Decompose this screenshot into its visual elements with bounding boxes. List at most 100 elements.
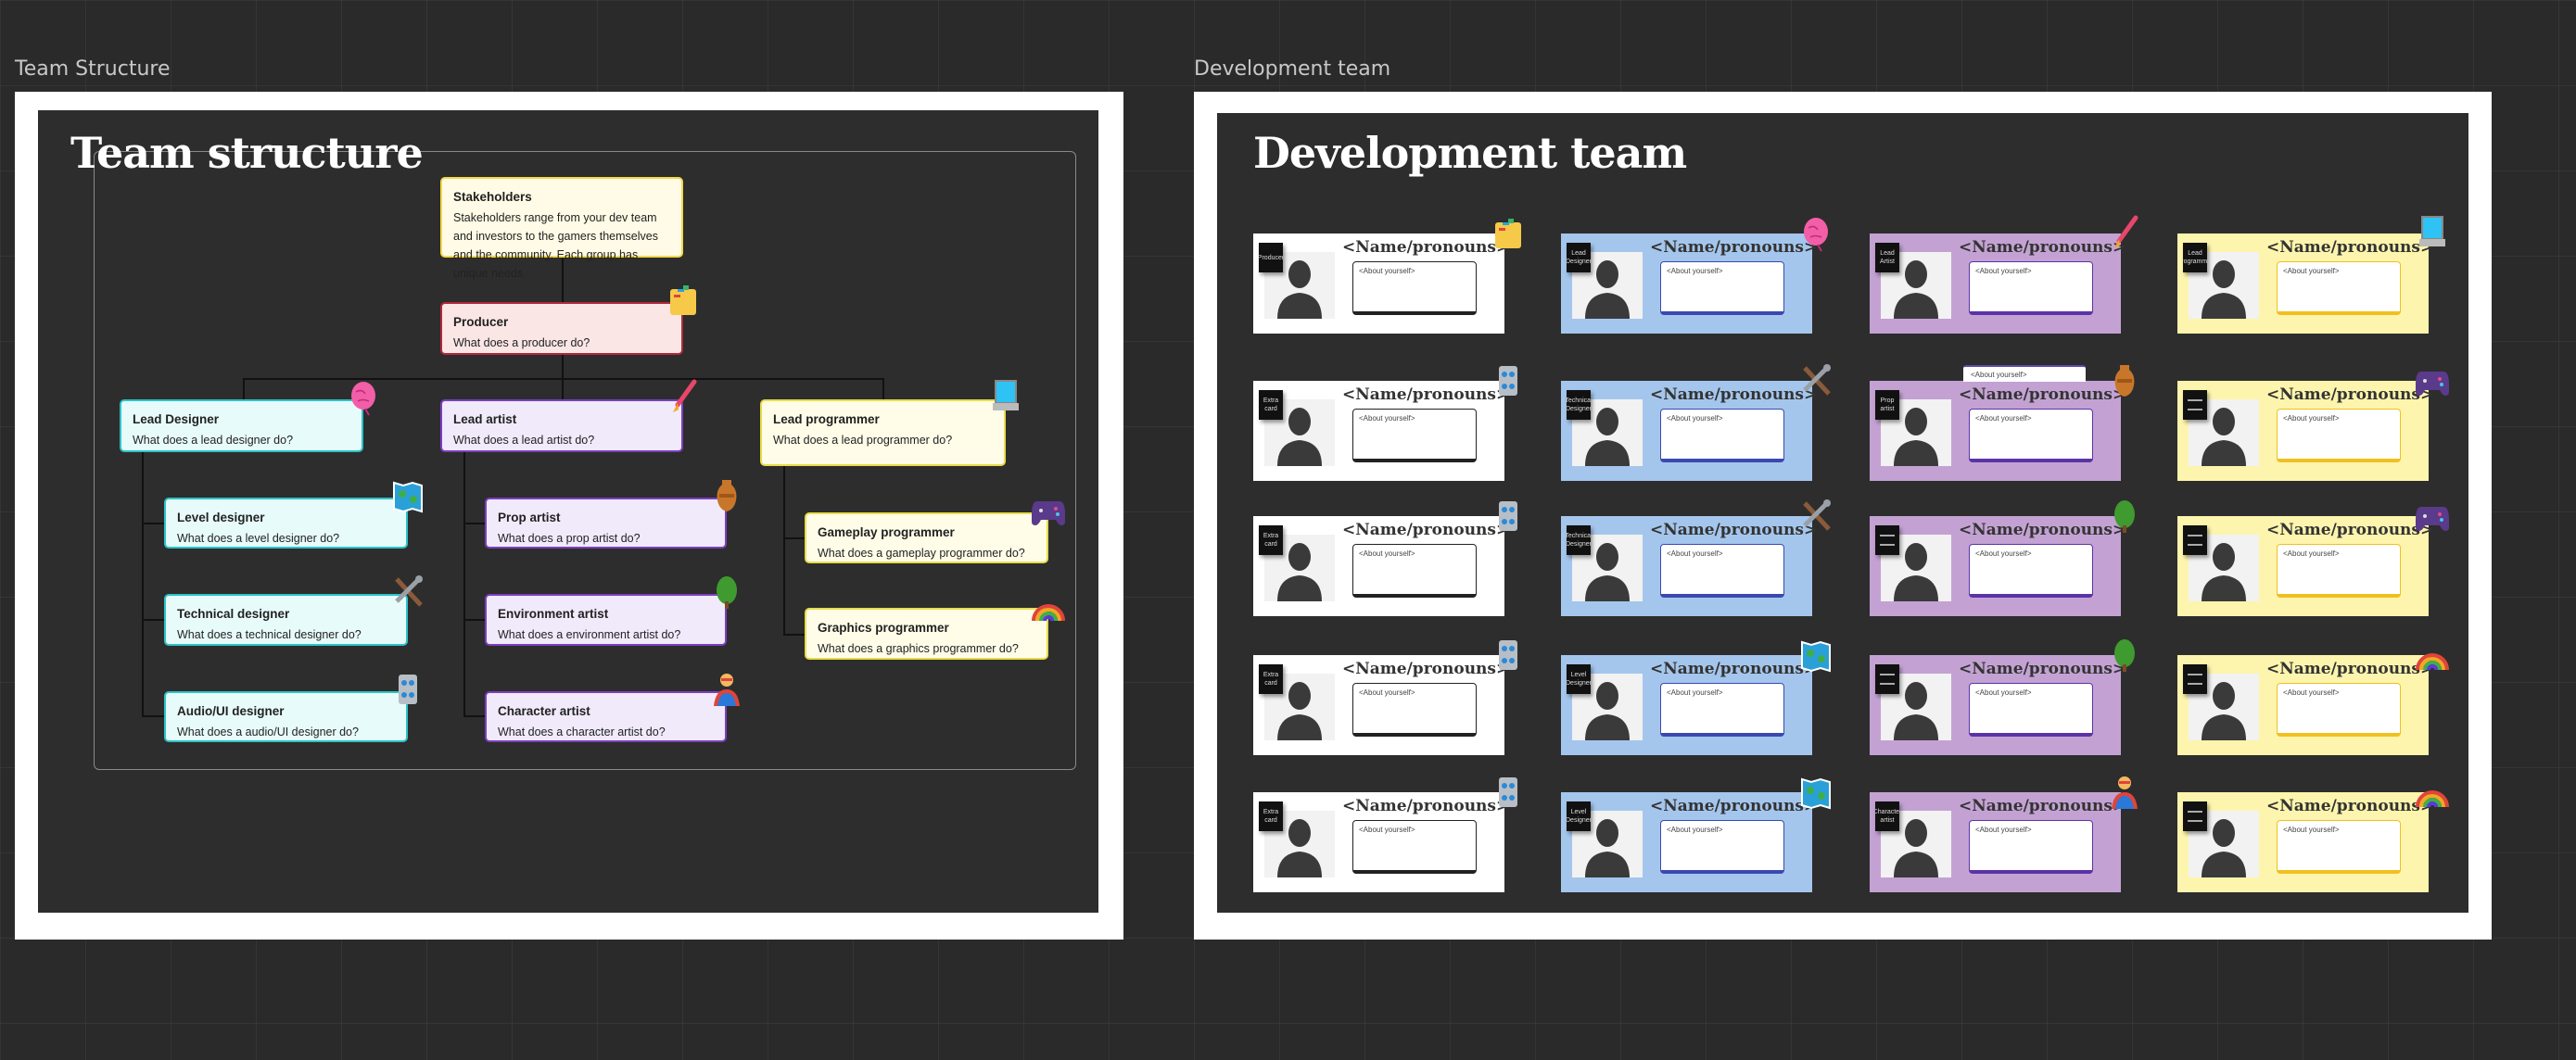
org-node-producer[interactable]: Producer What does a producer do? (440, 302, 683, 355)
team-member-card[interactable]: Level Designer <Name/pronouns> <About your… (1561, 655, 1817, 755)
org-node-character-artist[interactable]: Character artist What does a character ar… (485, 691, 727, 742)
name-pronouns-field[interactable]: <Name/pronouns> (1959, 521, 2126, 539)
frame-label-team-structure[interactable]: Team Structure (15, 57, 170, 81)
role-tag: Lead Programmer (2183, 243, 2207, 272)
team-member-card[interactable]: Lead Designer <Name/pronouns> <About yours… (1561, 233, 1817, 334)
about-yourself-field[interactable]: <About yourself> (1352, 261, 1477, 315)
name-pronouns-field[interactable]: <Name/pronouns> (1342, 660, 1509, 678)
team-member-card[interactable]: Extra card <Name/pronouns> <About yourself… (1253, 655, 1509, 755)
node-description: What does a lead programmer do? (773, 434, 953, 447)
name-pronouns-field[interactable]: <Name/pronouns> (1650, 797, 1817, 815)
name-pronouns-field[interactable]: <Name/pronouns> (2266, 521, 2433, 539)
about-yourself-field[interactable]: <About yourself> (2277, 820, 2401, 874)
org-node-environment-artist[interactable]: Environment artist What does a environmen… (485, 594, 727, 646)
about-yourself-field[interactable]: <About yourself> (1660, 683, 1784, 737)
superhero-icon (708, 671, 745, 708)
stray-about-note[interactable]: <About yourself> (1963, 365, 2086, 382)
org-node-technical-designer[interactable]: Technical designer What does a technical … (164, 594, 408, 646)
rainbow-icon (2414, 637, 2451, 674)
name-pronouns-field[interactable]: <Name/pronouns> (1959, 797, 2126, 815)
about-yourself-field[interactable]: <About yourself> (1660, 544, 1784, 598)
team-member-card[interactable]: Extra card <Name/pronouns> <About yourself… (1253, 381, 1509, 481)
tools-icon (389, 574, 426, 611)
about-yourself-field[interactable]: <About yourself> (1660, 409, 1784, 462)
about-yourself-field[interactable]: <About yourself> (1969, 820, 2093, 874)
name-pronouns-field[interactable]: <Name/pronouns> (2266, 797, 2433, 815)
node-title: Character artist (498, 704, 590, 718)
team-member-card[interactable]: <Name/pronouns> <About yourself> (1870, 655, 2126, 755)
org-node-stakeholders[interactable]: Stakeholders Stakeholders range from your… (440, 177, 683, 280)
team-member-card[interactable]: Prop artist <Name/pronouns> <About yoursel… (1870, 381, 2126, 481)
rainbow-icon (1030, 587, 1067, 625)
about-yourself-field[interactable]: <About yourself> (1352, 409, 1477, 462)
name-pronouns-field[interactable]: <Name/pronouns> (2266, 660, 2433, 678)
team-member-card[interactable]: Lead Artist <Name/pronouns> <About yoursel… (1870, 233, 2126, 334)
about-yourself-field[interactable]: <About yourself> (1352, 544, 1477, 598)
name-pronouns-field[interactable]: <Name/pronouns> (1959, 238, 2126, 257)
about-yourself-field[interactable]: <About yourself> (1660, 820, 1784, 874)
team-member-card[interactable]: <Name/pronouns> <About yourself> (1870, 516, 2126, 616)
role-tag (2183, 390, 2207, 420)
name-pronouns-field[interactable]: <Name/pronouns> (1650, 660, 1817, 678)
connector-line (783, 634, 805, 636)
name-pronouns-field[interactable]: <Name/pronouns> (1650, 238, 1817, 257)
org-node-audio-ui-designer[interactable]: Audio/UI designer What does a audio/UI de… (164, 691, 408, 742)
name-pronouns-field[interactable]: <Name/pronouns> (1959, 660, 2126, 678)
role-tag (1875, 525, 1899, 555)
node-title: Level designer (177, 511, 265, 524)
name-pronouns-field[interactable]: <Name/pronouns> (1650, 385, 1817, 404)
role-tag (2183, 525, 2207, 555)
name-pronouns-field[interactable]: <Name/pronouns> (1650, 521, 1817, 539)
org-node-lead-artist[interactable]: Lead artist What does a lead artist do? (440, 399, 683, 452)
name-pronouns-field[interactable]: <Name/pronouns> (1342, 797, 1509, 815)
team-member-card[interactable]: <Name/pronouns> <About yourself> (2177, 381, 2433, 481)
team-member-card[interactable]: <Name/pronouns> <About yourself> (2177, 516, 2433, 616)
name-pronouns-field[interactable]: <Name/pronouns> (1342, 521, 1509, 539)
name-pronouns-field[interactable]: <Name/pronouns> (1342, 385, 1509, 404)
about-yourself-field[interactable]: <About yourself> (1352, 683, 1477, 737)
gamepad-icon (1030, 492, 1067, 529)
about-yourself-field[interactable]: <About yourself> (1660, 261, 1784, 315)
team-member-card[interactable]: Level Designer <Name/pronouns> <About your… (1561, 792, 1817, 892)
tree-icon (708, 574, 745, 611)
frame-label-development-team[interactable]: Development team (1194, 57, 1390, 81)
team-member-card[interactable]: <Name/pronouns> <About yourself> (2177, 792, 2433, 892)
about-yourself-field[interactable]: <About yourself> (2277, 409, 2401, 462)
org-node-graphics-programmer[interactable]: Graphics programmer What does a graphics … (805, 608, 1048, 660)
development-team-title: Development team (1253, 128, 1687, 178)
name-pronouns-field[interactable]: <Name/pronouns> (1959, 385, 2126, 404)
team-member-card[interactable]: <Name/pronouns> <About yourself> (2177, 655, 2433, 755)
team-member-card[interactable]: Extra card <Name/pronouns> <About yourself… (1253, 792, 1509, 892)
role-tag: Extra card (1259, 801, 1283, 831)
control-knobs-icon (1490, 498, 1527, 535)
team-member-card[interactable]: Technical Designer <Name/pronouns> <About … (1561, 381, 1817, 481)
name-pronouns-field[interactable]: <Name/pronouns> (1342, 238, 1509, 257)
role-tag (1875, 664, 1899, 694)
about-yourself-field[interactable]: <About yourself> (1969, 683, 2093, 737)
about-yourself-field[interactable]: <About yourself> (2277, 261, 2401, 315)
connector-line (783, 537, 805, 539)
org-node-level-designer[interactable]: Level designer What does a level designer… (164, 498, 408, 549)
rainbow-icon (2414, 774, 2451, 811)
team-member-card[interactable]: Producer <Name/pronouns> <About yourself> (1253, 233, 1509, 334)
org-node-lead-designer[interactable]: Lead Designer What does a lead designer d… (120, 399, 363, 452)
connector-line (463, 452, 465, 717)
about-yourself-field[interactable]: <About yourself> (1969, 409, 2093, 462)
about-yourself-field[interactable]: <About yourself> (1969, 261, 2093, 315)
org-node-lead-programmer[interactable]: Lead programmer What does a lead programm… (760, 399, 1006, 466)
about-yourself-field[interactable]: <About yourself> (2277, 544, 2401, 598)
team-member-card[interactable]: Technical Designer <Name/pronouns> <About … (1561, 516, 1817, 616)
about-yourself-field[interactable]: <About yourself> (1352, 820, 1477, 874)
about-yourself-field[interactable]: <About yourself> (1969, 544, 2093, 598)
team-member-card[interactable]: Character artist <Name/pronouns> <About yo… (1870, 792, 2126, 892)
name-pronouns-field[interactable]: <Name/pronouns> (2266, 385, 2433, 404)
name-pronouns-field[interactable]: <Name/pronouns> (2266, 238, 2433, 257)
team-member-card[interactable]: Lead Programmer <Name/pronouns> <About you… (2177, 233, 2433, 334)
node-title: Technical designer (177, 607, 290, 621)
team-structure-title: Team structure (70, 128, 424, 178)
control-knobs-icon (1490, 774, 1527, 811)
about-yourself-field[interactable]: <About yourself> (2277, 683, 2401, 737)
org-node-prop-artist[interactable]: Prop artist What does a prop artist do? (485, 498, 727, 549)
org-node-gameplay-programmer[interactable]: Gameplay programmer What does a gameplay … (805, 512, 1048, 563)
team-member-card[interactable]: Extra card <Name/pronouns> <About yourself… (1253, 516, 1509, 616)
